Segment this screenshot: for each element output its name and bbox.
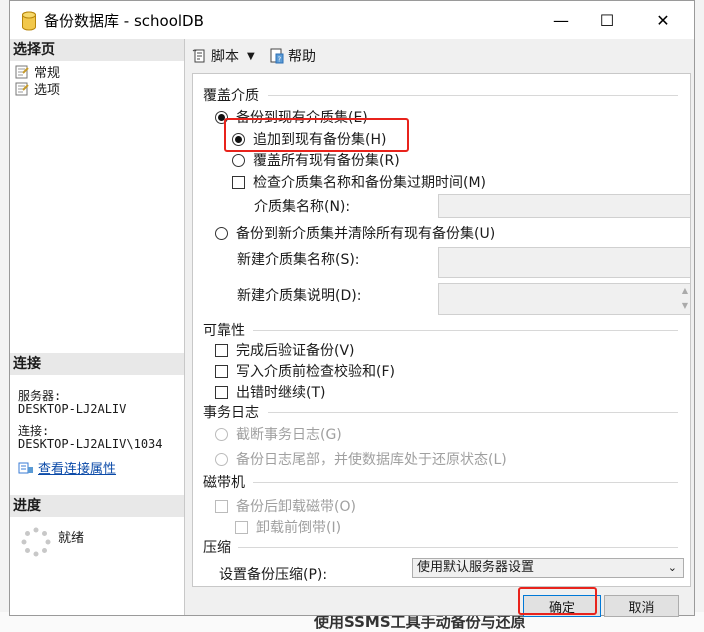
tape-drive-title: 磁带机 bbox=[203, 475, 245, 491]
media-set-name-label: 介质集名称(N): bbox=[254, 199, 351, 215]
option-label: 截断事务日志(G) bbox=[236, 427, 342, 443]
minimize-icon: — bbox=[553, 10, 569, 30]
progress-spinner-icon bbox=[21, 527, 51, 557]
highlight-box-ok bbox=[518, 587, 597, 615]
page-item-general[interactable]: 常规 bbox=[14, 65, 60, 82]
connection-value: DESKTOP-LJ2ALIV\1034 bbox=[18, 437, 163, 451]
chevron-down-icon: ⌄ bbox=[667, 561, 677, 574]
new-media-set-name-label: 新建介质集名称(S): bbox=[237, 252, 360, 268]
rewind-tape-checkbox[interactable]: 卸载前倒带(I) bbox=[235, 517, 341, 537]
backup-new-media-set-radio[interactable]: 备份到新介质集并清除所有现有备份集(U) bbox=[215, 223, 495, 243]
group-divider bbox=[253, 330, 678, 331]
option-label: 卸载前倒带(I) bbox=[256, 520, 342, 536]
title-bar[interactable]: 备份数据库 - schoolDB — ☐ ✕ bbox=[10, 1, 694, 39]
right-pane: 脚本 ▼ ? 帮助 覆盖介质 备份到现有介质集(E) 追加到现有备份集(H) 覆… bbox=[185, 39, 694, 587]
database-icon bbox=[22, 11, 36, 31]
option-label: 出错时继续(T) bbox=[236, 385, 326, 401]
progress-header: 进度 bbox=[10, 495, 184, 517]
page-icon bbox=[15, 82, 29, 96]
verify-backup-checkbox[interactable]: 完成后验证备份(V) bbox=[215, 340, 355, 360]
overwrite-media-title: 覆盖介质 bbox=[203, 88, 259, 104]
new-media-set-desc-input[interactable]: ▲ ▼ bbox=[438, 283, 690, 315]
checkbox-icon bbox=[235, 520, 248, 534]
option-label: 写入介质前检查校验和(F) bbox=[236, 364, 395, 380]
close-icon: ✕ bbox=[656, 10, 670, 30]
option-label: 检查介质集名称和备份集过期时间(M) bbox=[253, 175, 487, 191]
radio-icon bbox=[215, 427, 228, 441]
help-button[interactable]: ? 帮助 bbox=[269, 46, 316, 66]
view-connection-properties-link[interactable]: 查看连接属性 bbox=[18, 458, 116, 477]
help-label: 帮助 bbox=[288, 49, 316, 65]
script-icon bbox=[192, 49, 205, 63]
new-media-set-name-input[interactable] bbox=[438, 247, 690, 278]
radio-icon bbox=[215, 226, 228, 240]
option-label: 完成后验证备份(V) bbox=[236, 343, 355, 359]
cancel-button-label: 取消 bbox=[628, 600, 655, 616]
overwrite-all-existing-radio[interactable]: 覆盖所有现有备份集(R) bbox=[232, 150, 400, 170]
option-label: 备份后卸载磁带(O) bbox=[236, 499, 356, 515]
set-backup-compression-label: 设置备份压缩(P): bbox=[219, 567, 328, 583]
properties-icon bbox=[18, 462, 33, 474]
compression-select-value: 使用默认服务器设置 bbox=[417, 560, 535, 575]
options-panel: 覆盖介质 备份到现有介质集(E) 追加到现有备份集(H) 覆盖所有现有备份集(R… bbox=[192, 73, 691, 587]
reliability-title: 可靠性 bbox=[203, 323, 245, 339]
radio-icon bbox=[232, 153, 245, 167]
cancel-button[interactable]: 取消 bbox=[604, 595, 679, 617]
radio-icon bbox=[215, 452, 228, 466]
page-item-options[interactable]: 选项 bbox=[14, 82, 60, 99]
check-media-set-name-checkbox[interactable]: 检查介质集名称和备份集过期时间(M) bbox=[232, 172, 486, 192]
new-media-set-desc-label: 新建介质集说明(D): bbox=[237, 288, 362, 304]
page-icon bbox=[15, 65, 29, 79]
scroll-down-icon[interactable]: ▼ bbox=[682, 301, 688, 310]
script-label: 脚本 bbox=[211, 49, 239, 65]
option-label: 覆盖所有现有备份集(R) bbox=[253, 153, 400, 169]
group-divider bbox=[268, 95, 678, 96]
group-divider bbox=[253, 482, 678, 483]
backup-tail-log-radio[interactable]: 备份日志尾部，并使数据库处于还原状态(L) bbox=[215, 449, 507, 469]
page-item-label: 选项 bbox=[34, 83, 61, 98]
select-page-header: 选择页 bbox=[10, 39, 184, 61]
backup-database-dialog: 备份数据库 - schoolDB — ☐ ✕ 选择页 常规 选项 连接 服务器:… bbox=[9, 0, 695, 617]
compression-select[interactable]: 使用默认服务器设置 ⌄ bbox=[412, 558, 684, 578]
group-divider bbox=[238, 547, 678, 548]
option-label: 备份日志尾部，并使数据库处于还原状态(L) bbox=[236, 452, 507, 468]
minimize-button[interactable]: — bbox=[538, 1, 584, 39]
continue-on-error-checkbox[interactable]: 出错时继续(T) bbox=[215, 382, 325, 402]
background-page-right bbox=[695, 0, 704, 632]
compression-title: 压缩 bbox=[203, 540, 231, 556]
checkbox-icon bbox=[232, 175, 245, 189]
progress-status: 就绪 bbox=[58, 531, 85, 546]
maximize-button[interactable]: ☐ bbox=[584, 1, 630, 39]
page-item-label: 常规 bbox=[34, 66, 61, 81]
transaction-log-title: 事务日志 bbox=[203, 405, 259, 421]
scroll-up-icon[interactable]: ▲ bbox=[682, 286, 688, 295]
option-label: 备份到新介质集并清除所有现有备份集(U) bbox=[236, 226, 496, 242]
close-button[interactable]: ✕ bbox=[640, 1, 686, 39]
checkbox-icon bbox=[215, 385, 228, 399]
view-connection-properties-label: 查看连接属性 bbox=[38, 462, 117, 477]
checkbox-icon bbox=[215, 499, 228, 513]
server-value: DESKTOP-LJ2ALIV bbox=[18, 402, 127, 416]
script-button[interactable]: 脚本 ▼ bbox=[192, 46, 255, 66]
window-title: 备份数据库 - schoolDB bbox=[44, 12, 204, 30]
truncate-log-radio[interactable]: 截断事务日志(G) bbox=[215, 424, 342, 444]
svg-text:?: ? bbox=[278, 56, 282, 64]
media-set-name-input[interactable] bbox=[438, 194, 690, 218]
left-pane: 选择页 常规 选项 连接 服务器: DESKTOP-LJ2ALIV 连接: DE… bbox=[10, 39, 185, 615]
checkbox-icon bbox=[215, 364, 228, 378]
unload-tape-checkbox[interactable]: 备份后卸载磁带(O) bbox=[215, 496, 356, 516]
perform-checksum-checkbox[interactable]: 写入介质前检查校验和(F) bbox=[215, 361, 395, 381]
chevron-down-icon: ▼ bbox=[247, 50, 255, 62]
group-divider bbox=[268, 412, 678, 413]
maximize-icon: ☐ bbox=[599, 10, 615, 30]
checkbox-icon bbox=[215, 343, 228, 357]
background-page-left bbox=[0, 0, 9, 632]
toolbar: 脚本 ▼ ? 帮助 bbox=[185, 39, 694, 71]
connection-header: 连接 bbox=[10, 353, 184, 375]
highlight-box-append bbox=[224, 118, 409, 152]
help-icon: ? bbox=[270, 48, 284, 64]
